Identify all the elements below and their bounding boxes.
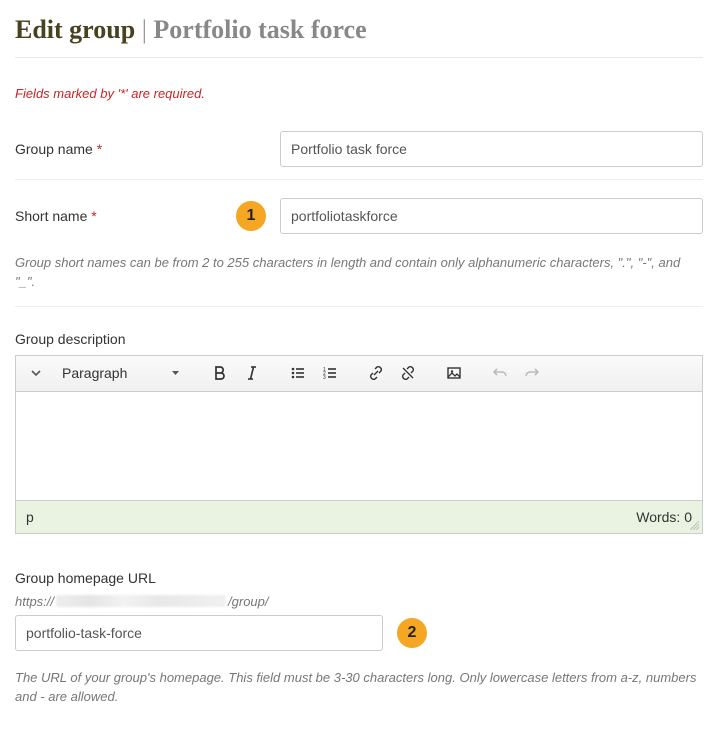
editor-word-count: Words: 0 bbox=[636, 509, 692, 525]
group-name-input[interactable] bbox=[280, 131, 703, 167]
editor-content-area[interactable] bbox=[16, 392, 702, 500]
short-name-input[interactable] bbox=[280, 198, 703, 234]
required-fields-note: Fields marked by '*' are required. bbox=[15, 86, 703, 101]
group-name-label-text: Group name bbox=[15, 141, 93, 157]
group-name-label: Group name * bbox=[15, 141, 280, 157]
url-domain-blurred bbox=[56, 595, 226, 607]
short-name-help: Group short names can be from 2 to 255 c… bbox=[15, 246, 703, 307]
required-asterisk: * bbox=[91, 208, 96, 224]
homepage-url-label: Group homepage URL bbox=[15, 570, 703, 586]
title-main: Edit group bbox=[15, 15, 135, 44]
rich-text-editor: Paragraph 123 p Words: 0 bbox=[15, 355, 703, 534]
image-icon[interactable] bbox=[440, 359, 468, 387]
title-separator: | bbox=[142, 15, 147, 44]
undo-icon[interactable] bbox=[486, 359, 514, 387]
short-name-label-text: Short name bbox=[15, 208, 87, 224]
format-dropdown[interactable]: Paragraph bbox=[54, 365, 188, 381]
url-protocol: https:// bbox=[15, 594, 54, 609]
italic-icon[interactable] bbox=[238, 359, 266, 387]
required-asterisk: * bbox=[97, 141, 102, 157]
homepage-url-row: 2 bbox=[15, 615, 703, 651]
link-icon[interactable] bbox=[362, 359, 390, 387]
homepage-url-input[interactable] bbox=[15, 615, 383, 651]
numbered-list-icon[interactable]: 123 bbox=[316, 359, 344, 387]
bold-icon[interactable] bbox=[206, 359, 234, 387]
callout-badge-2: 2 bbox=[397, 618, 427, 648]
group-description-label: Group description bbox=[15, 331, 703, 347]
redo-icon[interactable] bbox=[518, 359, 546, 387]
resize-handle-icon[interactable] bbox=[690, 521, 700, 531]
editor-path: p bbox=[26, 509, 34, 525]
homepage-url-help: The URL of your group's homepage. This f… bbox=[15, 661, 703, 721]
editor-status-bar: p Words: 0 bbox=[16, 500, 702, 533]
format-dropdown-label: Paragraph bbox=[62, 365, 127, 381]
url-path-suffix: /group/ bbox=[228, 594, 268, 609]
short-name-row: Short name * 1 bbox=[15, 180, 703, 246]
title-subtitle: Portfolio task force bbox=[153, 15, 366, 44]
homepage-url-prefix: https:// /group/ bbox=[15, 594, 703, 609]
expand-toolbar-icon[interactable] bbox=[22, 359, 50, 387]
unlink-icon[interactable] bbox=[394, 359, 422, 387]
svg-text:3: 3 bbox=[323, 375, 326, 381]
editor-toolbar: Paragraph 123 bbox=[16, 356, 702, 392]
page-title: Edit group | Portfolio task force bbox=[15, 15, 703, 58]
group-name-row: Group name * bbox=[15, 119, 703, 180]
short-name-label: Short name * 1 bbox=[15, 201, 280, 231]
bullet-list-icon[interactable] bbox=[284, 359, 312, 387]
callout-badge-1: 1 bbox=[236, 201, 266, 231]
